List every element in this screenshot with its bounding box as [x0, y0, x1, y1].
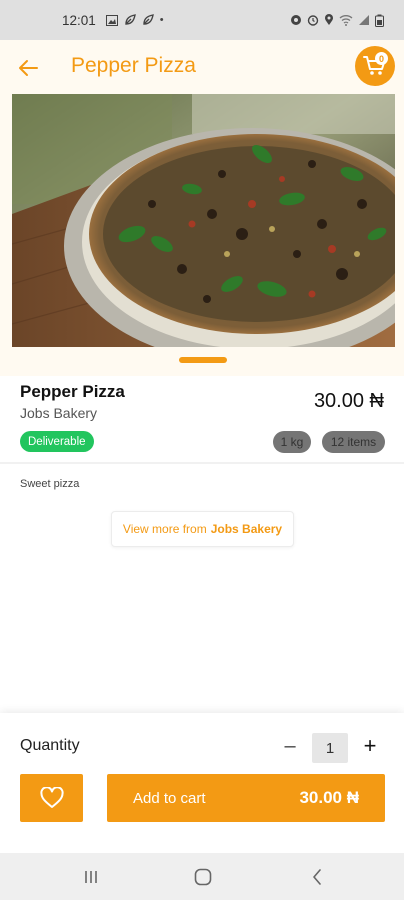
cart-button[interactable]: 0	[355, 46, 395, 86]
battery-icon	[375, 14, 384, 27]
favorite-button[interactable]	[20, 774, 83, 822]
back-button[interactable]	[14, 54, 42, 82]
view-more-button[interactable]: View more from Jobs Bakery	[111, 511, 294, 547]
product-image-carousel[interactable]	[0, 94, 404, 376]
purchase-panel: Quantity – 1 + Add to cart 30.00 ₦	[0, 713, 404, 853]
back-arrow-icon	[19, 60, 38, 76]
alarm-icon	[307, 15, 319, 26]
status-time: 12:01	[62, 12, 96, 28]
gallery-icon	[105, 14, 118, 26]
carousel-indicator	[179, 357, 227, 363]
recents-button[interactable]	[79, 865, 103, 889]
system-back-button[interactable]	[305, 865, 329, 889]
page-title: Pepper Pizza	[71, 54, 196, 77]
quantity-label: Quantity	[20, 737, 80, 754]
cart-count-badge: 0	[375, 52, 388, 65]
product-vendor: Jobs Bakery	[20, 405, 98, 421]
heart-icon	[39, 787, 64, 808]
status-left: 12:01 •	[62, 13, 164, 28]
leaf-icon	[125, 14, 136, 25]
items-chip: 12 items	[322, 431, 385, 453]
add-to-cart-button[interactable]: Add to cart 30.00 ₦	[107, 774, 385, 822]
home-icon	[194, 868, 212, 886]
signal-icon	[359, 15, 369, 25]
notification-dot: •	[159, 14, 164, 26]
system-nav-bar	[0, 853, 404, 900]
product-description: Sweet pizza	[20, 478, 80, 490]
recents-icon	[85, 871, 97, 883]
add-to-cart-price: 30.00 ₦	[299, 788, 359, 807]
add-to-cart-label: Add to cart	[133, 789, 206, 807]
app-bar: Pepper Pizza 0	[0, 40, 404, 94]
quantity-decrement-button[interactable]: –	[279, 735, 301, 757]
data-saver-icon	[291, 15, 301, 25]
product-name: Pepper Pizza	[20, 382, 125, 401]
product-image	[12, 94, 395, 347]
view-more-vendor: Jobs Bakery	[210, 522, 283, 536]
wifi-icon	[339, 15, 353, 26]
quantity-value[interactable]: 1	[312, 733, 348, 763]
deliverable-badge: Deliverable	[20, 431, 94, 452]
home-button[interactable]	[191, 865, 215, 889]
status-bar: 12:01 •	[0, 0, 404, 40]
view-more-label: View more from	[122, 522, 207, 536]
quantity-increment-button[interactable]: +	[359, 733, 381, 758]
product-price: 30.00 ₦	[313, 390, 384, 412]
status-right	[290, 14, 384, 27]
back-icon	[313, 869, 321, 885]
weight-chip: 1 kg	[273, 431, 311, 453]
product-info: Pepper Pizza Jobs Bakery 30.00 ₦ Deliver…	[0, 376, 404, 464]
leaf-icon-2	[143, 14, 154, 25]
location-icon	[325, 14, 333, 25]
